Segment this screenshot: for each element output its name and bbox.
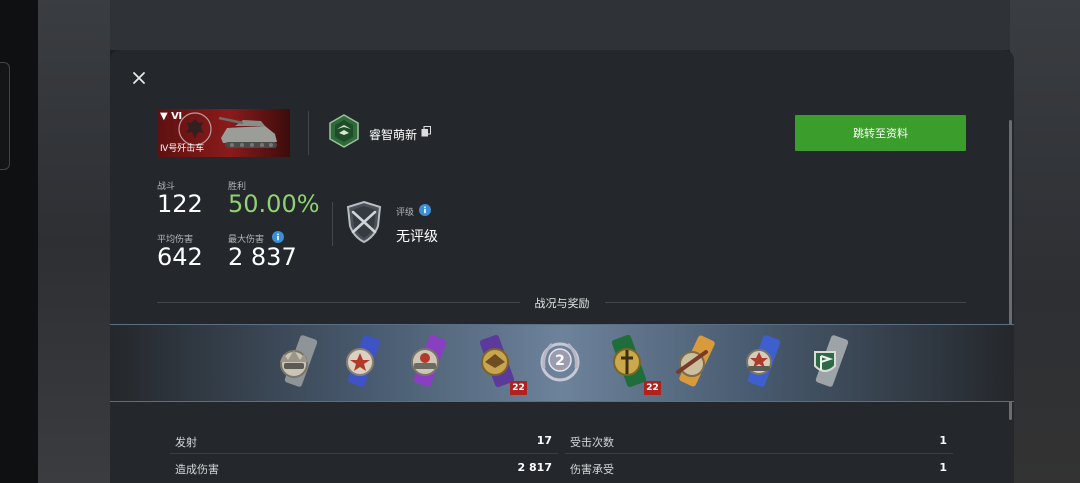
- section-divider: [157, 302, 520, 303]
- table-row-value: 1: [939, 461, 947, 474]
- medal-mastery-2-icon[interactable]: 2: [538, 332, 582, 392]
- max-damage-value: 2 837: [228, 243, 297, 271]
- row-divider: [565, 453, 953, 454]
- table-row-value: 1: [939, 434, 947, 447]
- battles-value: 122: [157, 190, 203, 218]
- award-count-badge: 22: [644, 381, 661, 395]
- table-row-label: 伤害承受: [570, 463, 614, 476]
- table-row-value: 2 817: [517, 461, 552, 474]
- divider: [308, 111, 309, 155]
- table-row-label: 受击次数: [570, 436, 614, 449]
- vehicle-tier: ▼ Ⅵ: [160, 111, 183, 122]
- table-row-label: 造成伤害: [175, 463, 219, 476]
- medal-tank-gray-icon[interactable]: [274, 332, 318, 392]
- rating-label: 评级: [396, 208, 415, 218]
- rating-value: 无评级: [396, 229, 438, 245]
- section-title: 战况与奖励: [534, 297, 590, 310]
- medal-cannon-orange-icon[interactable]: [672, 332, 716, 392]
- close-button[interactable]: [129, 69, 149, 89]
- win-rate-value: 50.00%: [228, 190, 320, 218]
- player-name: 睿智萌新: [369, 128, 418, 142]
- medal-tank-blue-icon[interactable]: [739, 332, 783, 392]
- row-divider: [170, 453, 558, 454]
- rating-shield-icon: [346, 200, 382, 244]
- medal-tank-purple-icon[interactable]: [405, 332, 449, 392]
- avg-damage-value: 642: [157, 243, 203, 271]
- medal-flag-gray-icon[interactable]: [805, 332, 849, 392]
- section-divider: [605, 302, 966, 303]
- info-icon[interactable]: [272, 231, 284, 243]
- medal-star-blue-icon[interactable]: [339, 332, 383, 392]
- close-icon: [133, 72, 145, 84]
- table-row-label: 发射: [175, 436, 197, 449]
- table-row-value: 17: [536, 434, 552, 447]
- go-to-profile-button[interactable]: 跳转至资料: [795, 115, 966, 151]
- svg-text:2: 2: [555, 353, 565, 369]
- player-rank-badge-icon: [329, 114, 359, 148]
- divider: [332, 202, 333, 246]
- award-count-badge: 22: [510, 381, 527, 395]
- tank-destroyer-icon: [218, 116, 277, 148]
- vehicle-name: Ⅳ号歼击车: [160, 144, 205, 154]
- side-handle[interactable]: [0, 62, 10, 170]
- background-top: [0, 0, 1080, 50]
- vehicle-card[interactable]: ▼ Ⅵ Ⅳ号歼击车: [157, 109, 290, 157]
- background-right: [1010, 0, 1080, 483]
- info-icon[interactable]: [419, 204, 431, 216]
- copy-icon[interactable]: [421, 126, 431, 137]
- medal-sword-green-icon[interactable]: [605, 332, 649, 392]
